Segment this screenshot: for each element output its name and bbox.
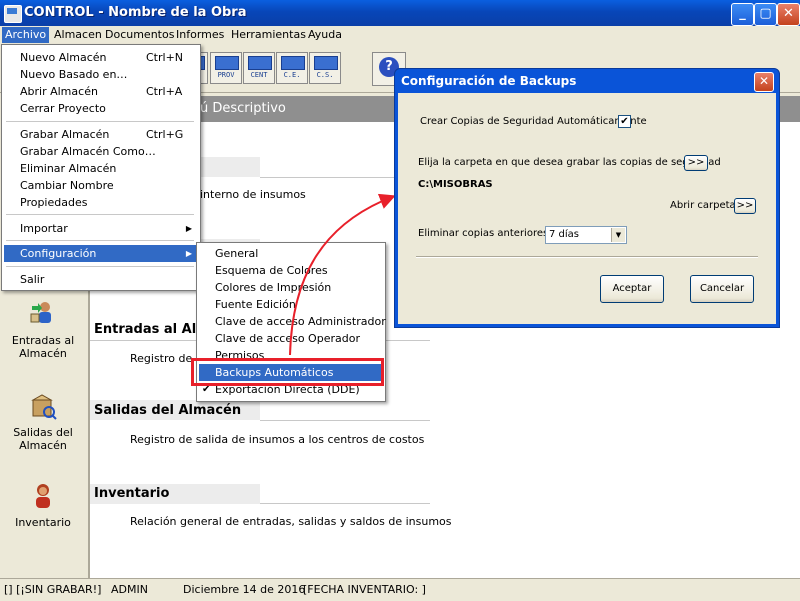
menu-item-importar[interactable]: Importar ▶ — [4, 220, 198, 237]
menu-separator — [6, 240, 194, 241]
menu-item-cerrar-proyecto[interactable]: Cerrar Proyecto — [4, 100, 198, 117]
open-folder-button[interactable]: >> — [734, 198, 756, 214]
box-exit-icon — [29, 392, 57, 420]
minimize-button[interactable]: _ — [731, 3, 754, 26]
status-date: Diciembre 14 de 2016 — [183, 583, 306, 596]
annotation-highlight-box — [191, 358, 384, 386]
maximize-button[interactable]: ▢ — [754, 3, 777, 26]
menu-item-label: Importar — [20, 222, 68, 235]
open-folder-label: Abrir carpeta — [670, 200, 736, 211]
window-title: CONTROL - Nombre de la Obra — [24, 5, 247, 20]
section-title-salidas[interactable]: Salidas del Almacén — [94, 403, 241, 418]
menu-separator — [6, 121, 194, 122]
menu-almacen[interactable]: Almacen — [51, 27, 105, 43]
nav-entradas-label: Entradas al Almacén — [11, 334, 75, 360]
menu-item-label: Nuevo Basado en… — [20, 68, 128, 81]
menu-item-nuevo-almacen[interactable]: Nuevo Almacén Ctrl+N — [4, 49, 198, 66]
title-bar: CONTROL - Nombre de la Obra _ ▢ ✕ — [0, 0, 800, 26]
toolbar-button-cent[interactable]: CENT — [243, 52, 275, 84]
menu-item-configuracion[interactable]: Configuración ▶ — [4, 245, 198, 262]
dialog-divider — [416, 256, 758, 258]
nav-salidas[interactable]: Salidas del Almacén — [4, 392, 82, 452]
menu-item-label: Configuración — [20, 247, 97, 260]
nav-entradas[interactable]: Entradas al Almacén — [4, 300, 82, 360]
toolbar-button-label: CENT — [250, 71, 268, 79]
menu-item-label: Abrir Almacén — [20, 85, 98, 98]
toolbar-button-label: PROV — [217, 71, 235, 79]
menu-separator — [6, 266, 194, 267]
app-icon[interactable] — [4, 5, 22, 23]
menu-herramientas[interactable]: Herramientas — [228, 27, 309, 43]
delete-older-label: Eliminar copias anteriores a — [418, 228, 558, 239]
auto-backup-label: Crear Copias de Seguridad Automáticament… — [420, 116, 647, 127]
menu-item-label: General — [215, 247, 259, 260]
menu-item-label: Grabar Almacén — [20, 128, 110, 141]
section-divider — [260, 420, 430, 421]
menu-informes[interactable]: Informes — [173, 27, 227, 43]
status-user: ADMIN — [111, 583, 148, 596]
toolbar-button-label: C.S. — [316, 71, 334, 79]
browse-folder-button[interactable]: >> — [684, 155, 708, 171]
dialog-body: Crear Copias de Seguridad Automáticament… — [398, 93, 776, 324]
section-divider — [260, 503, 430, 504]
folder-prompt: Elija la carpeta en que desea grabar las… — [418, 157, 721, 168]
person-inventory-icon — [29, 482, 57, 510]
toolbar-button-prov[interactable]: PROV — [210, 52, 242, 84]
dropdown-arrow-icon: ▼ — [611, 228, 625, 242]
menu-separator — [6, 214, 194, 215]
menu-item-label: Nuevo Almacén — [20, 51, 107, 64]
menu-item-grabar-como[interactable]: Grabar Almacén Como… — [4, 143, 198, 160]
accept-button[interactable]: Aceptar — [600, 275, 664, 303]
delete-older-value: 7 días — [549, 229, 580, 240]
menu-item-nuevo-basado[interactable]: Nuevo Basado en… — [4, 66, 198, 83]
menu-bar: Archivo Almacen Documentos Informes Herr… — [0, 26, 800, 44]
menu-item-eliminar-almacen[interactable]: Eliminar Almacén — [4, 160, 198, 177]
delete-older-select[interactable]: 7 días ▼ — [545, 226, 627, 244]
toolbar-button-cs[interactable]: C.S. — [309, 52, 341, 84]
menu-item-shortcut: Ctrl+G — [146, 128, 184, 141]
menu-item-abrir-almacen[interactable]: Abrir Almacén Ctrl+A — [4, 83, 198, 100]
annotation-arrow — [289, 193, 396, 356]
folder-path: C:\MISOBRAS — [418, 179, 493, 190]
menu-item-label: Grabar Almacén Como… — [20, 145, 156, 158]
section-divider — [260, 177, 400, 178]
status-inventory-date: [FECHA INVENTARIO: ] — [303, 583, 426, 596]
backup-config-dialog: Configuración de Backups ✕ Crear Copias … — [394, 68, 780, 328]
submenu-arrow-icon: ▶ — [185, 249, 192, 258]
menu-item-shortcut: Ctrl+A — [146, 85, 183, 98]
person-entry-icon — [29, 300, 57, 328]
menu-item-label: Salir — [20, 273, 45, 286]
menu-item-label: Cambiar Nombre — [20, 179, 114, 192]
status-bar: [] [¡SIN GRABAR!] ADMIN Diciembre 14 de … — [0, 578, 800, 601]
section-title-inventario[interactable]: Inventario — [94, 486, 169, 501]
menu-item-cambiar-nombre[interactable]: Cambiar Nombre — [4, 177, 198, 194]
submenu-arrow-icon: ▶ — [185, 224, 192, 233]
section-desc-inventario: Relación general de entradas, salidas y … — [130, 515, 452, 528]
close-button[interactable]: ✕ — [777, 3, 800, 26]
menu-ayuda[interactable]: Ayuda — [305, 27, 345, 43]
menu-item-label: Eliminar Almacén — [20, 162, 117, 175]
nav-inventario[interactable]: Inventario — [4, 482, 82, 529]
nav-inventario-label: Inventario — [15, 516, 71, 529]
menu-item-propiedades[interactable]: Propiedades — [4, 194, 198, 211]
menu-archivo[interactable]: Archivo — [2, 27, 50, 43]
archivo-menu: Nuevo Almacén Ctrl+N Nuevo Basado en… Abr… — [1, 44, 201, 291]
menu-item-label: Propiedades — [20, 196, 88, 209]
menu-item-label: Cerrar Proyecto — [20, 102, 106, 115]
auto-backup-checkbox[interactable]: ✔ — [618, 115, 631, 128]
toolbar-button-label: C.E. — [283, 71, 301, 79]
nav-salidas-label: Salidas del Almacén — [13, 426, 73, 452]
cancel-button[interactable]: Cancelar — [690, 275, 754, 303]
toolbar-button-ce[interactable]: C.E. — [276, 52, 308, 84]
menu-documentos[interactable]: Documentos — [102, 27, 177, 43]
dialog-title: Configuración de Backups — [401, 74, 577, 88]
menu-item-shortcut: Ctrl+N — [146, 51, 184, 64]
main-header-title: ú Descriptivo — [200, 101, 286, 116]
menu-item-salir[interactable]: Salir — [4, 271, 198, 288]
section-desc-salidas: Registro de salida de insumos a los cent… — [130, 433, 425, 446]
menu-item-grabar-almacen[interactable]: Grabar Almacén Ctrl+G — [4, 126, 198, 143]
dialog-close-button[interactable]: ✕ — [754, 72, 774, 92]
status-save-state: [] [¡SIN GRABAR!] — [4, 583, 102, 596]
